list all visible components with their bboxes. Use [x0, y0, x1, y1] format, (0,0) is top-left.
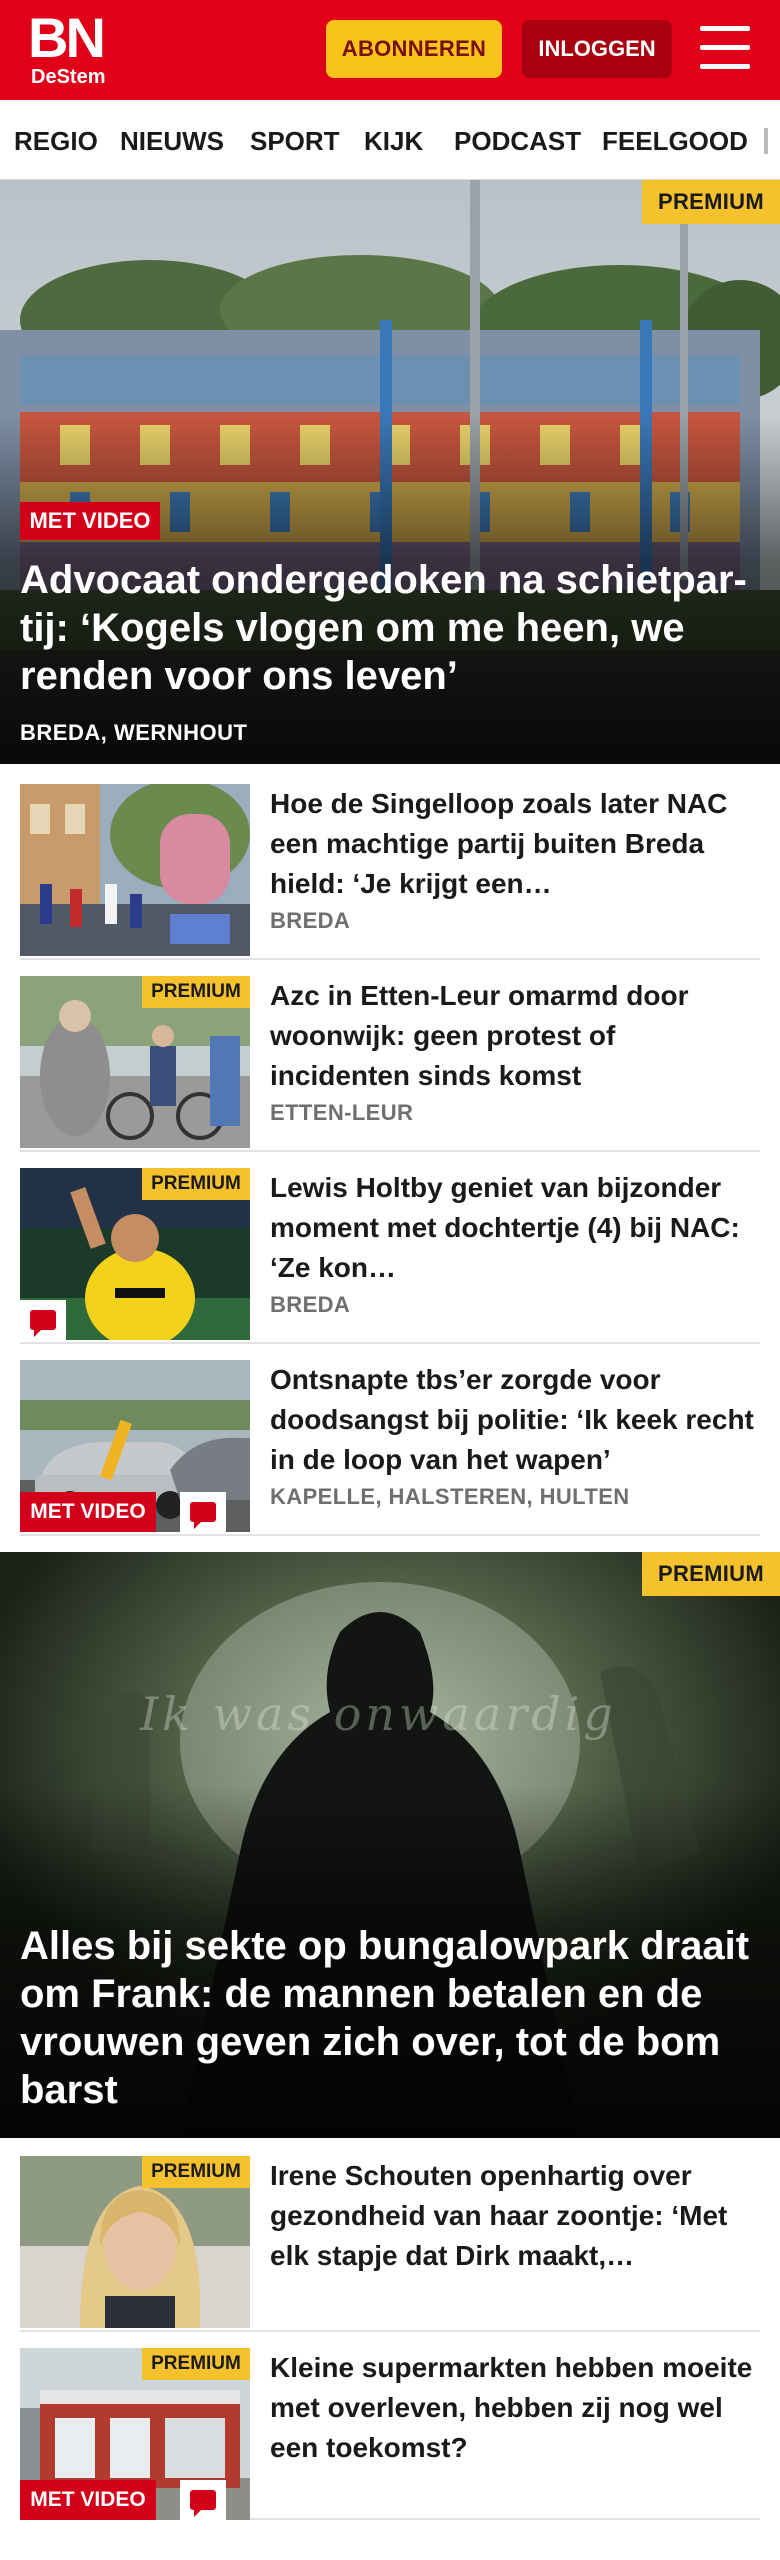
premium-badge: PREMIUM [642, 1552, 780, 1596]
video-badge: MET VIDEO [20, 2480, 156, 2520]
hero-article-2[interactable]: Ik was onwaardig PREMIUM Alles bij sekte… [0, 1552, 780, 2138]
article-location: ETTEN-LEUR [270, 1100, 414, 1125]
article-title[interactable]: Lewis Holtby geniet van bijzonder moment… [270, 1168, 760, 1288]
section-nav: REGIO NIEUWS SPORT KIJK PODCAST FEELGOOD [0, 100, 780, 180]
article-title[interactable]: Hoe de Singelloop zoals later NAC een ma… [270, 784, 760, 904]
logo-sub-text: DeStem [31, 66, 106, 88]
article-thumbnail: PREMIUM [20, 2156, 250, 2328]
hero-headline[interactable]: Alles bij sekte op bungalowpark draait o… [20, 1922, 765, 2114]
comment-icon [180, 2480, 226, 2520]
article-title[interactable]: Kleine supermarkten hebben moeite met ov… [270, 2348, 760, 2468]
site-logo[interactable]: BN DeStem [28, 6, 112, 89]
list-item[interactable]: MET VIDEO Ontsnapte tbs’er zorgde voor d… [20, 1360, 760, 1536]
video-badge: MET VIDEO [20, 1492, 156, 1532]
article-thumbnail: PREMIUM MET VIDEO [20, 2348, 250, 2520]
article-thumbnail: PREMIUM [20, 976, 250, 1148]
hero-article-1[interactable]: PREMIUM MET VIDEO Advocaat ondergedoken … [0, 180, 780, 764]
premium-badge: PREMIUM [142, 1168, 250, 1200]
premium-badge: PREMIUM [642, 180, 780, 224]
premium-badge: PREMIUM [142, 2156, 250, 2188]
logo-main-text: BN [28, 6, 106, 69]
nav-overflow-indicator [764, 128, 768, 154]
premium-badge: PREMIUM [142, 2348, 250, 2380]
nav-item-feelgood[interactable]: FEELGOOD [602, 126, 748, 156]
list-item[interactable]: PREMIUM Azc in Etten-Leur omarmd door wo… [20, 976, 760, 1152]
hero-location: BREDA, WERNHOUT [20, 720, 248, 745]
hero-headline[interactable]: Advocaat ondergedoken na schietpar­tij: … [20, 556, 765, 700]
article-thumbnail: MET VIDEO [20, 1360, 250, 1532]
nav-item-sport[interactable]: SPORT [250, 126, 340, 156]
article-location: KAPELLE, HALSTEREN, HULTEN [270, 1484, 630, 1509]
site-header: BN DeStem ABONNEREN INLOGGEN [0, 0, 780, 100]
article-thumbnail [20, 784, 250, 956]
article-thumbnail: PREMIUM [20, 1168, 250, 1340]
list-item[interactable]: PREMIUM Lewis Holtby geniet van bijzonde… [20, 1168, 760, 1344]
nav-item-regio[interactable]: REGIO [14, 126, 98, 156]
list-item[interactable]: PREMIUM Irene Schouten openhartig over g… [20, 2156, 760, 2332]
list-item[interactable]: PREMIUM MET VIDEO Kleine supermarkten he… [20, 2348, 760, 2520]
hero-overlay-text: Ik was onwaardig [140, 1687, 617, 1741]
comment-icon [20, 1300, 66, 1340]
premium-badge: PREMIUM [142, 976, 250, 1008]
article-title[interactable]: Ontsnapte tbs’er zorgde voor doodsangst … [270, 1360, 760, 1480]
comment-icon [180, 1492, 226, 1532]
list-item[interactable]: Hoe de Singelloop zoals later NAC een ma… [20, 784, 760, 960]
article-title[interactable]: Azc in Etten-Leur omarmd door woonwijk: … [270, 976, 760, 1096]
nav-item-nieuws[interactable]: NIEUWS [120, 126, 224, 156]
hamburger-menu-icon[interactable] [700, 26, 750, 70]
article-title[interactable]: Irene Schouten openhartig over gezondhei… [270, 2156, 760, 2276]
article-location: BREDA [270, 1292, 351, 1317]
nav-item-podcast[interactable]: PODCAST [454, 126, 581, 156]
subscribe-button[interactable]: ABONNEREN [326, 20, 502, 78]
nav-item-kijk[interactable]: KIJK [364, 126, 423, 156]
login-button[interactable]: INLOGGEN [522, 20, 672, 78]
video-badge: MET VIDEO [20, 502, 160, 540]
article-location: BREDA [270, 908, 351, 933]
